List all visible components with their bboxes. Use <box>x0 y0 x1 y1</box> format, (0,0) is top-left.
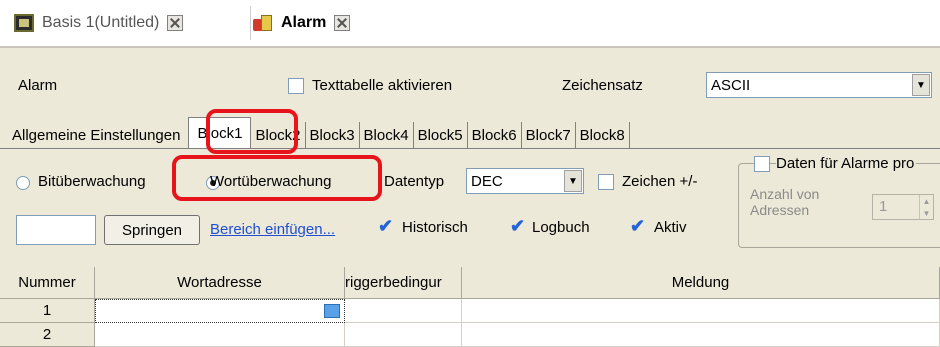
historisch-label: Historisch <box>402 219 468 236</box>
trigger-cell[interactable] <box>345 299 462 323</box>
logbuch-label: Logbuch <box>532 219 590 236</box>
block-tab-strip: Allgemeine Einstellungen Block1 Block2 B… <box>8 117 630 148</box>
row-header[interactable]: 1 <box>0 299 95 323</box>
tab-block8[interactable]: Block8 <box>576 122 630 148</box>
aktiv-label: Aktiv <box>654 219 687 236</box>
wortueberwachung-label: Wortüberwachung <box>210 173 332 190</box>
tab-block6[interactable]: Block6 <box>468 122 522 148</box>
zeichensatz-select[interactable]: ASCII ▼ <box>706 72 932 98</box>
column-header-nummer[interactable]: Nummer <box>0 267 95 299</box>
doc-tab-basis-label: Basis 1(Untitled) <box>42 14 160 31</box>
bereich-einfuegen-link[interactable]: Bereich einfügen... <box>210 221 335 238</box>
row-header[interactable]: 2 <box>0 323 95 347</box>
trigger-cell[interactable] <box>345 323 462 347</box>
springen-button[interactable]: Springen <box>104 215 200 245</box>
anzahl-label-2: Adressen <box>750 202 810 218</box>
alarm-label: Alarm <box>18 77 58 94</box>
historisch-check-icon[interactable]: ✔ <box>378 216 393 237</box>
doc-tab-alarm-label: Alarm <box>281 14 327 31</box>
block1-highlight <box>206 109 298 154</box>
column-header-wortadresse[interactable]: Wortadresse <box>95 267 345 299</box>
alarm-icon <box>253 13 273 33</box>
tab-block3[interactable]: Block3 <box>306 122 360 148</box>
alarm-grid: Nummer Wortadresse riggerbedingur Meldun… <box>0 267 940 347</box>
chevron-down-icon[interactable]: ▼ <box>564 170 582 192</box>
zeichen-label: Zeichen +/- <box>622 173 698 190</box>
meldung-cell[interactable] <box>462 323 940 347</box>
zeichen-checkbox[interactable] <box>598 174 614 190</box>
screen-icon <box>14 14 34 32</box>
wortadresse-cell[interactable] <box>95 323 345 347</box>
tab-block7[interactable]: Block7 <box>522 122 576 148</box>
doc-tab-basis[interactable]: Basis 1(Untitled) <box>14 6 184 40</box>
aktiv-check-icon[interactable]: ✔ <box>630 216 645 237</box>
tab-allgemeine[interactable]: Allgemeine Einstellungen <box>8 122 184 148</box>
bitueberwachung-radio[interactable] <box>16 176 30 190</box>
close-basis-tab-icon[interactable] <box>167 15 184 31</box>
address-input[interactable] <box>16 215 96 245</box>
texttabelle-label: Texttabelle aktivieren <box>312 77 453 94</box>
daten-label: Daten für Alarme pro <box>776 155 917 172</box>
daten-checkbox[interactable] <box>754 156 770 172</box>
meldung-cell[interactable] <box>462 299 940 323</box>
anzahl-stepper[interactable]: 1 ▲ ▼ <box>872 194 934 220</box>
close-alarm-tab-icon[interactable] <box>334 15 351 31</box>
tab-block4[interactable]: Block4 <box>360 122 414 148</box>
doc-tab-alarm[interactable]: Alarm <box>250 6 351 40</box>
tab-strip-baseline <box>0 148 940 149</box>
anzahl-label-1: Anzahl von <box>750 186 820 202</box>
keypad-icon[interactable] <box>324 304 340 318</box>
logbuch-check-icon[interactable]: ✔ <box>510 216 525 237</box>
wortadresse-cell[interactable] <box>95 299 345 323</box>
spin-arrows-icon[interactable]: ▲ ▼ <box>920 195 933 219</box>
bitueberwachung-label: Bitüberwachung <box>38 173 146 190</box>
tab-block5[interactable]: Block5 <box>414 122 468 148</box>
column-header-triggerbedingung[interactable]: riggerbedingur <box>345 267 462 299</box>
datentyp-label: Datentyp <box>384 173 445 190</box>
datentyp-value: DEC <box>471 172 503 190</box>
chevron-down-icon[interactable]: ▼ <box>912 74 930 96</box>
datentyp-select[interactable]: DEC ▼ <box>466 168 584 194</box>
zeichensatz-value: ASCII <box>711 76 751 94</box>
texttabelle-checkbox[interactable] <box>288 78 304 94</box>
document-tab-bar: Basis 1(Untitled) Alarm <box>0 0 940 48</box>
zeichensatz-label: Zeichensatz <box>562 77 643 94</box>
anzahl-value: 1 <box>873 195 920 219</box>
column-header-meldung[interactable]: Meldung <box>462 267 940 299</box>
